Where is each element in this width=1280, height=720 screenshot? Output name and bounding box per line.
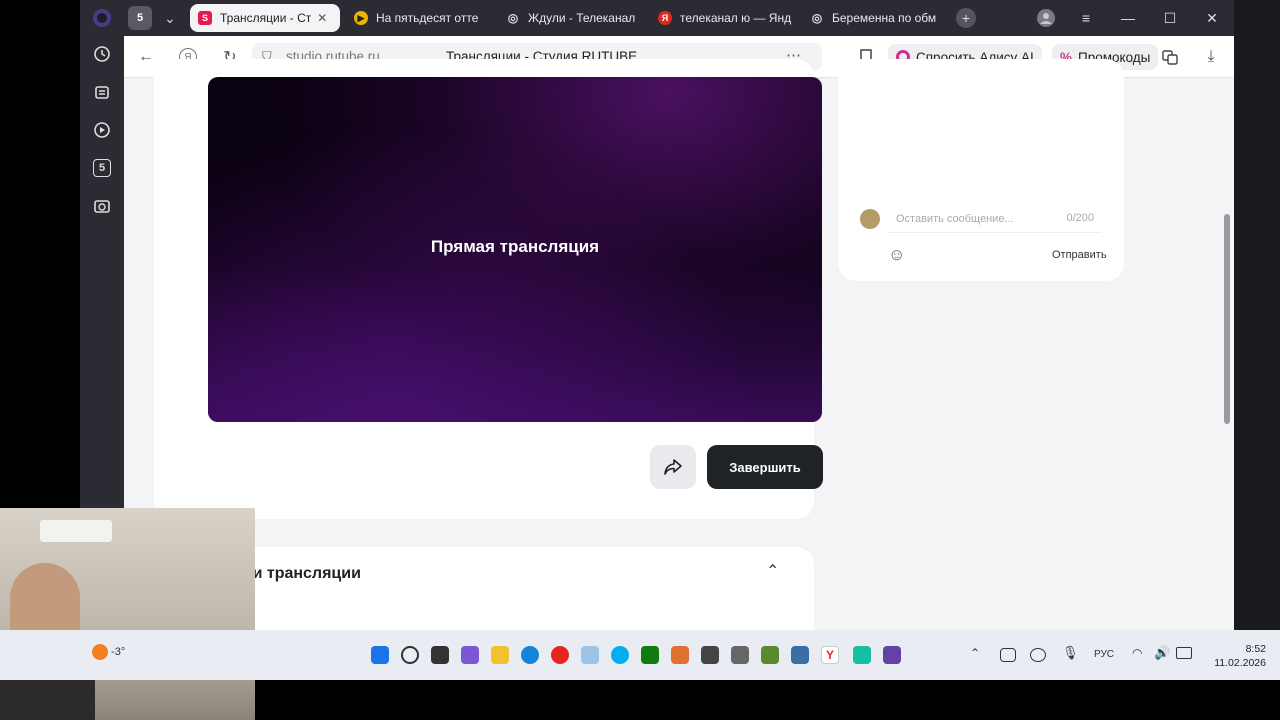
tab-zhduli[interactable]: ◎ Ждули - Телеканал: [498, 4, 640, 32]
task-view-icon[interactable]: [431, 646, 449, 664]
tab-yandex-search[interactable]: Я телеканал ю — Янд: [650, 4, 798, 32]
paint-icon[interactable]: [671, 646, 689, 664]
tab-group-icon[interactable]: 5: [128, 6, 152, 30]
clock-time: 8:52: [1245, 643, 1266, 655]
end-stream-button[interactable]: Завершить: [707, 445, 823, 489]
screenshot-icon[interactable]: [92, 196, 112, 216]
collections-icon[interactable]: [92, 82, 112, 102]
weather-widget[interactable]: -3°: [92, 644, 125, 660]
skype-icon[interactable]: [611, 646, 629, 664]
cloud-off-icon[interactable]: [1030, 648, 1046, 662]
yandex-browser-icon[interactable]: Y: [821, 646, 839, 664]
chat-placeholder: Оставить сообщение...: [896, 213, 1014, 225]
yandex-icon: Я: [658, 11, 672, 25]
language-indicator[interactable]: РУС: [1094, 649, 1114, 660]
messenger-icon[interactable]: [853, 646, 871, 664]
weather-temp: -3°: [111, 645, 126, 658]
menu-icon[interactable]: ≡: [1074, 6, 1098, 30]
chat-counter: 0/200: [1066, 212, 1094, 224]
stream-player[interactable]: Прямая трансляция: [208, 77, 822, 422]
xbox-icon[interactable]: [641, 646, 659, 664]
tab-streams[interactable]: S Трансляции - Ст ✕: [190, 4, 340, 32]
tab-label: Ждули - Телеканал: [528, 11, 636, 25]
teams-icon[interactable]: [461, 646, 479, 664]
minimize-icon[interactable]: —: [1116, 6, 1140, 30]
player-title: Прямая трансляция: [430, 237, 600, 256]
keyboard-icon[interactable]: [1000, 648, 1016, 662]
store-icon[interactable]: [581, 646, 599, 664]
chevron-down-icon[interactable]: ⌄: [158, 6, 182, 30]
new-tab-icon[interactable]: +: [956, 8, 976, 28]
share-icon: [664, 459, 682, 475]
background-app-strip: [1234, 0, 1280, 630]
history-icon[interactable]: [92, 44, 112, 64]
play-icon: ▶: [354, 11, 368, 25]
channel-five-icon[interactable]: 5: [92, 158, 112, 178]
chevron-up-tray-icon[interactable]: ⌃: [970, 646, 980, 660]
player-glow: [208, 266, 822, 422]
tab-label: телеканал ю — Янд: [680, 11, 792, 25]
chat-message-input[interactable]: Оставить сообщение... 0/200: [888, 205, 1102, 233]
rutube-icon: S: [198, 11, 212, 25]
close-tab-icon[interactable]: ✕: [317, 11, 327, 25]
minecraft-icon[interactable]: [761, 646, 779, 664]
end-stream-label: Завершить: [729, 459, 801, 475]
search-icon[interactable]: [401, 646, 419, 664]
tab-label: На пятьдесят отте: [376, 11, 479, 25]
browser-logo-icon[interactable]: [90, 6, 114, 30]
avatar: [860, 209, 880, 229]
twitch-icon[interactable]: [883, 646, 901, 664]
security-icon[interactable]: [701, 646, 719, 664]
monitor-icon[interactable]: [791, 646, 809, 664]
tab-label: Беременна по обм: [832, 11, 937, 25]
weather-icon: [92, 644, 108, 660]
battery-icon[interactable]: [1176, 647, 1192, 659]
tab-bar: 5 ⌄ S Трансляции - Ст ✕ ▶ На пятьдесят о…: [80, 0, 1234, 36]
clock[interactable]: 8:52 11.02.2026: [1206, 642, 1266, 670]
chat-card: Оставить сообщение... 0/200 ☺ Отправить: [838, 59, 1124, 281]
translate-icon[interactable]: [1158, 45, 1182, 69]
tab-video[interactable]: ▶ На пятьдесят отте: [346, 4, 488, 32]
page-content: Прямая трансляция Завершить Настройки тр…: [124, 59, 1234, 630]
yandex-taskbar-icon[interactable]: [551, 646, 569, 664]
volume-icon[interactable]: 🔊: [1154, 645, 1170, 661]
scrollbar-thumb[interactable]: [1224, 214, 1230, 424]
taskbar: -3° Y ⌃ 🎙 РУС ◠ 🔊 8:52 11.02.2026: [0, 630, 1280, 680]
wifi-icon[interactable]: ◠: [1132, 646, 1142, 660]
back-icon[interactable]: ←: [134, 45, 158, 69]
file-explorer-icon[interactable]: [491, 646, 509, 664]
edge-icon[interactable]: [521, 646, 539, 664]
send-button[interactable]: Отправить: [1052, 249, 1107, 261]
emoji-icon[interactable]: ☺: [888, 245, 905, 265]
eye-icon: ◎: [811, 11, 823, 25]
clock-date: 11.02.2026: [1214, 657, 1266, 669]
close-window-icon[interactable]: ✕: [1200, 6, 1224, 30]
webcam-overlay: [0, 508, 255, 720]
download-icon[interactable]: ⤓: [1199, 45, 1223, 69]
tab-label: Трансляции - Ст: [220, 11, 312, 25]
start-icon[interactable]: [371, 646, 389, 664]
stream-card: Прямая трансляция Завершить: [154, 59, 823, 519]
air-conditioner: [40, 520, 112, 542]
maximize-icon[interactable]: ☐: [1158, 6, 1182, 30]
scrollbar[interactable]: [1222, 79, 1234, 630]
share-button[interactable]: [650, 445, 696, 489]
tab-pregnant[interactable]: ◎ Беременна по обм: [802, 4, 947, 32]
video-icon[interactable]: [92, 120, 112, 140]
microphone-icon[interactable]: 🎙: [1062, 645, 1079, 661]
chevron-up-icon[interactable]: ⌃: [766, 561, 779, 581]
eye-icon: ◎: [507, 11, 519, 25]
tools-icon[interactable]: [731, 646, 749, 664]
tab-group-count: 5: [136, 12, 144, 24]
profile-icon[interactable]: [1034, 6, 1058, 30]
